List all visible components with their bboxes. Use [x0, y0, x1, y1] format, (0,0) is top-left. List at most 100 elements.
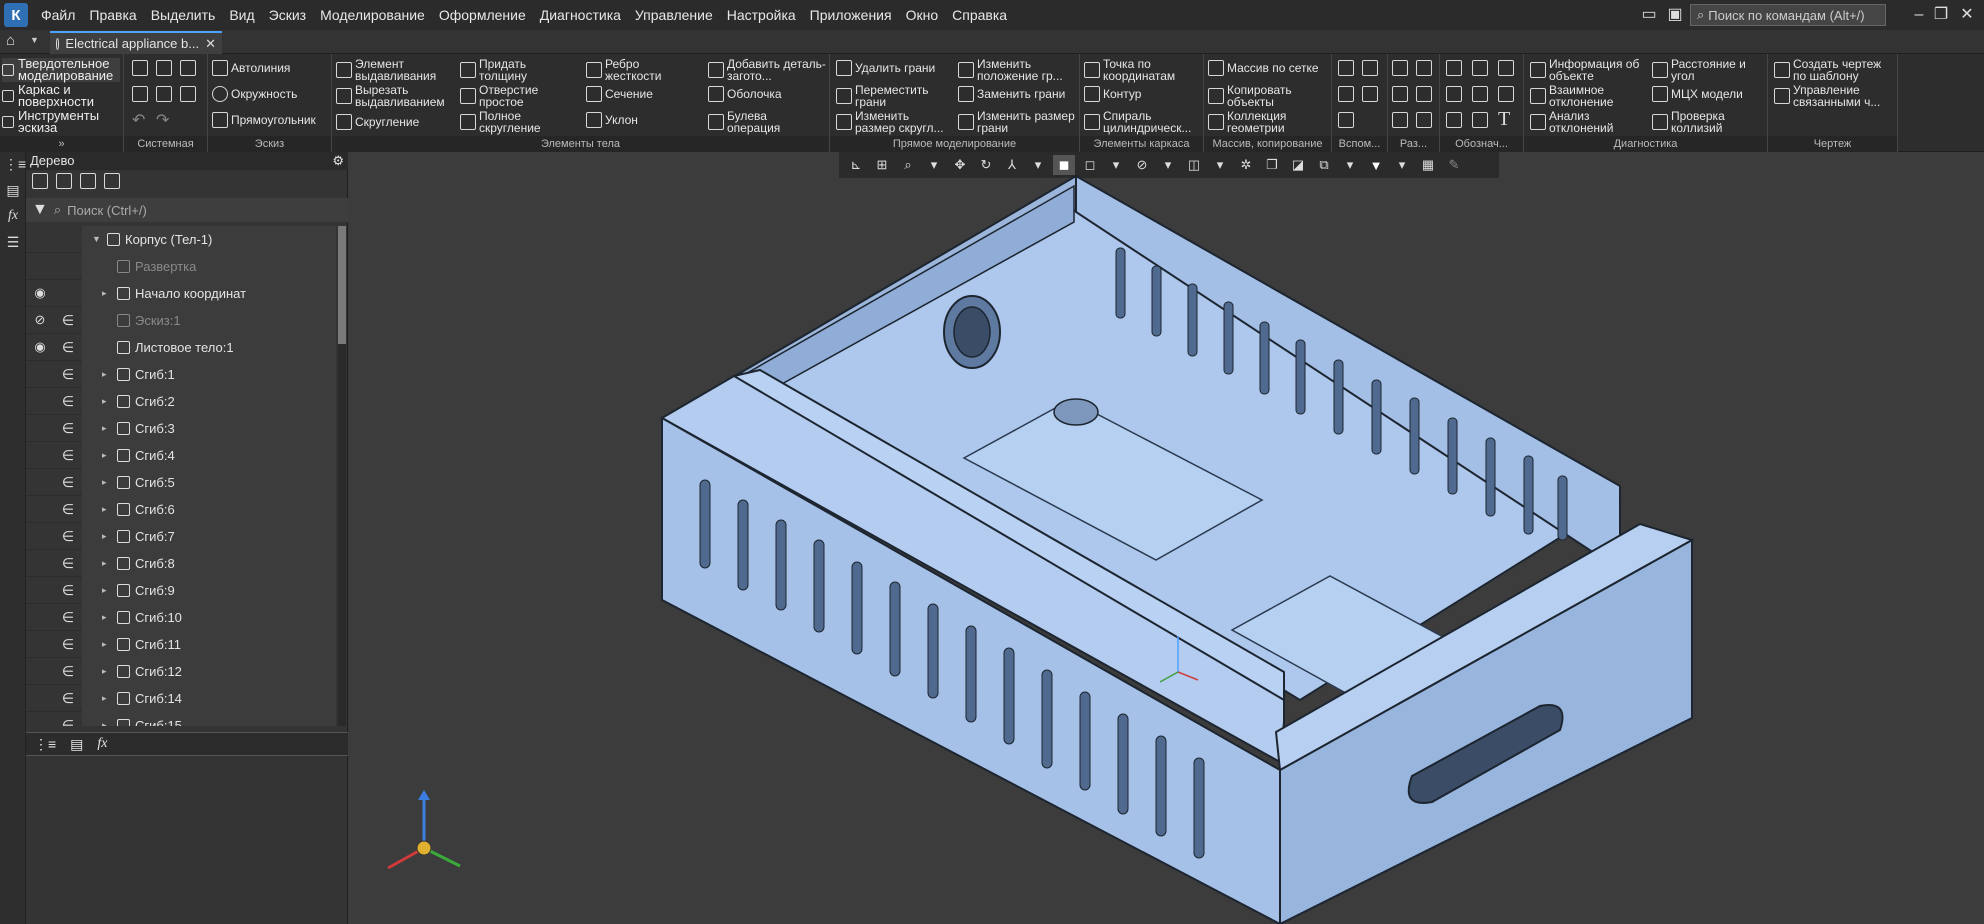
- tree-settings-icon[interactable]: ⚙: [332, 152, 344, 170]
- tree-row[interactable]: ∈ ▸ Сгиб:5: [26, 468, 336, 496]
- tree-item[interactable]: ▼ Корпус (Тел-1): [82, 226, 336, 253]
- tree-item[interactable]: ▸ Сгиб:5: [82, 468, 336, 496]
- menu-design[interactable]: Оформление: [432, 0, 533, 30]
- full-round-button[interactable]: Полное скругление: [460, 110, 559, 134]
- preview-icon[interactable]: [156, 86, 172, 102]
- expand-chevron-icon[interactable]: ▸: [102, 639, 112, 650]
- reference-icon[interactable]: ∈: [54, 555, 82, 572]
- tree-select-icon[interactable]: [104, 173, 120, 189]
- menu-diagnostics[interactable]: Диагностика: [533, 0, 628, 30]
- angle-dim-icon[interactable]: [1392, 86, 1408, 102]
- tree-row[interactable]: ∈ ▸ Сгиб:6: [26, 495, 336, 523]
- expand-chevron-icon[interactable]: ▸: [102, 477, 112, 488]
- leader-icon[interactable]: [1446, 60, 1462, 76]
- reference-icon[interactable]: ∈: [54, 447, 82, 464]
- home-icon[interactable]: ⌂: [6, 32, 15, 49]
- menu-file[interactable]: Файл: [34, 0, 82, 30]
- change-face-position-button[interactable]: Изменить положение гр...: [958, 58, 1077, 82]
- deviation-analysis-button[interactable]: Анализ отклонений: [1530, 110, 1629, 134]
- tree-scrollbar-thumb[interactable]: [338, 226, 346, 344]
- tree-item[interactable]: ▸ Сгиб:14: [82, 684, 336, 712]
- cylindrical-helix-button[interactable]: Спираль цилиндрическ...: [1084, 110, 1198, 134]
- tree-structure-icon[interactable]: [32, 173, 48, 189]
- tree-scrollbar[interactable]: [338, 226, 346, 726]
- mode-sketch-tools[interactable]: Инструменты эскиза: [2, 109, 120, 134]
- print-icon[interactable]: [132, 86, 148, 102]
- radial-dim-icon[interactable]: [1416, 60, 1432, 76]
- tree-item[interactable]: ▸ Сгиб:12: [82, 657, 336, 685]
- marks-group-label[interactable]: Обознач...: [1440, 136, 1523, 152]
- reference-icon[interactable]: ∈: [54, 420, 82, 437]
- expand-chevron-icon[interactable]: ▸: [102, 288, 112, 299]
- tree-row[interactable]: ▼ Корпус (Тел-1): [26, 226, 336, 253]
- replace-faces-button[interactable]: Заменить грани: [958, 86, 1065, 102]
- circle-button[interactable]: Окружность: [212, 86, 297, 102]
- note-icon[interactable]: [1498, 86, 1514, 102]
- rib-button[interactable]: Ребро жесткости: [586, 58, 675, 82]
- undo-icon[interactable]: ↶: [132, 110, 145, 130]
- menu-sketch[interactable]: Эскиз: [262, 0, 313, 30]
- diameter-dim-icon[interactable]: [1416, 86, 1432, 102]
- cut-extrude-button[interactable]: Вырезать выдавливанием: [336, 84, 455, 108]
- plane-icon[interactable]: [1338, 60, 1354, 76]
- autoline-button[interactable]: Автолиния: [212, 60, 290, 76]
- tree-item[interactable]: ▸ Сгиб:1: [82, 360, 336, 388]
- tree-item[interactable]: Эскиз:1: [82, 306, 336, 334]
- expand-chevron-icon[interactable]: ▸: [102, 720, 112, 727]
- expand-chevron-icon[interactable]: ▸: [102, 396, 112, 407]
- simple-hole-button[interactable]: Отверстие простое: [460, 84, 559, 108]
- chamfer-dim-icon[interactable]: [1416, 112, 1432, 128]
- reference-icon[interactable]: ∈: [54, 366, 82, 383]
- expand-chevron-icon[interactable]: ▸: [102, 585, 112, 596]
- expand-chevron-icon[interactable]: ▸: [102, 666, 112, 677]
- menu-select[interactable]: Выделить: [144, 0, 223, 30]
- reference-icon[interactable]: ∈: [54, 474, 82, 491]
- reference-icon[interactable]: ∈: [54, 339, 82, 356]
- tree-row[interactable]: ∈ ▸ Сгиб:7: [26, 522, 336, 550]
- resize-fillet-button[interactable]: Изменить размер скругл...: [836, 110, 950, 134]
- tree-panel-icon[interactable]: ⋮≡: [4, 156, 26, 174]
- tab-dropdown-icon[interactable]: ▼: [30, 35, 39, 45]
- contour-button[interactable]: Контур: [1084, 86, 1141, 102]
- tree-item[interactable]: ▸ Сгиб:9: [82, 576, 336, 604]
- tree-item[interactable]: ▸ Начало координат: [82, 279, 336, 307]
- extrude-button[interactable]: Элемент выдавливания: [336, 58, 445, 82]
- weld-icon[interactable]: [1446, 112, 1462, 128]
- tree-item[interactable]: ▸ Сгиб:2: [82, 387, 336, 415]
- tree-row[interactable]: ◉ ∈ Листовое тело:1: [26, 333, 336, 361]
- app-logo-icon[interactable]: К: [4, 3, 28, 27]
- expand-chevron-icon[interactable]: ▸: [102, 693, 112, 704]
- tree-row[interactable]: ◉ ▸ Начало координат: [26, 279, 336, 307]
- expand-chevron-icon[interactable]: ▸: [102, 531, 112, 542]
- menu-view[interactable]: Вид: [222, 0, 261, 30]
- expand-chevron-icon[interactable]: ▼: [92, 234, 102, 244]
- visibility-icon[interactable]: ⊘: [26, 312, 54, 328]
- tree-item[interactable]: Развертка: [82, 252, 336, 280]
- point-by-coords-button[interactable]: Точка по координатам: [1084, 58, 1198, 82]
- rectangle-button[interactable]: Прямоугольник: [212, 112, 316, 128]
- point-aux-icon[interactable]: [1362, 86, 1378, 102]
- menu-edit[interactable]: Правка: [82, 0, 143, 30]
- tree-row[interactable]: ∈ ▸ Сгиб:8: [26, 549, 336, 577]
- tree-tab-icon[interactable]: ⋮≡: [34, 736, 56, 752]
- tree-row[interactable]: Развертка: [26, 252, 336, 280]
- boolean-button[interactable]: Булева операция: [708, 110, 807, 134]
- menu-window[interactable]: Окно: [899, 0, 946, 30]
- sketch-group-label[interactable]: Эскиз: [208, 136, 331, 152]
- mutual-deviation-button[interactable]: Взаимное отклонение: [1530, 84, 1629, 108]
- screenshot-icon[interactable]: ▣: [1660, 4, 1690, 26]
- tree-row[interactable]: ∈ ▸ Сгиб:15: [26, 711, 336, 727]
- reference-icon[interactable]: ∈: [54, 501, 82, 518]
- mode-wireframe[interactable]: Каркас и поверхности: [2, 83, 120, 108]
- diagnostics-group-label[interactable]: Диагностика: [1524, 136, 1767, 152]
- reference-icon[interactable]: ∈: [54, 690, 82, 707]
- expand-chevron-icon[interactable]: ▸: [102, 423, 112, 434]
- visibility-icon[interactable]: ◉: [26, 285, 54, 301]
- linear-dim-icon[interactable]: [1392, 60, 1408, 76]
- collision-check-button[interactable]: Проверка коллизий: [1652, 110, 1751, 134]
- draft-button[interactable]: Уклон: [586, 112, 638, 128]
- properties-panel-icon[interactable]: ▤: [4, 182, 22, 200]
- menu-apps[interactable]: Приложения: [803, 0, 899, 30]
- tree-filter-icon[interactable]: [80, 173, 96, 189]
- text-tool-icon[interactable]: T: [1498, 108, 1510, 131]
